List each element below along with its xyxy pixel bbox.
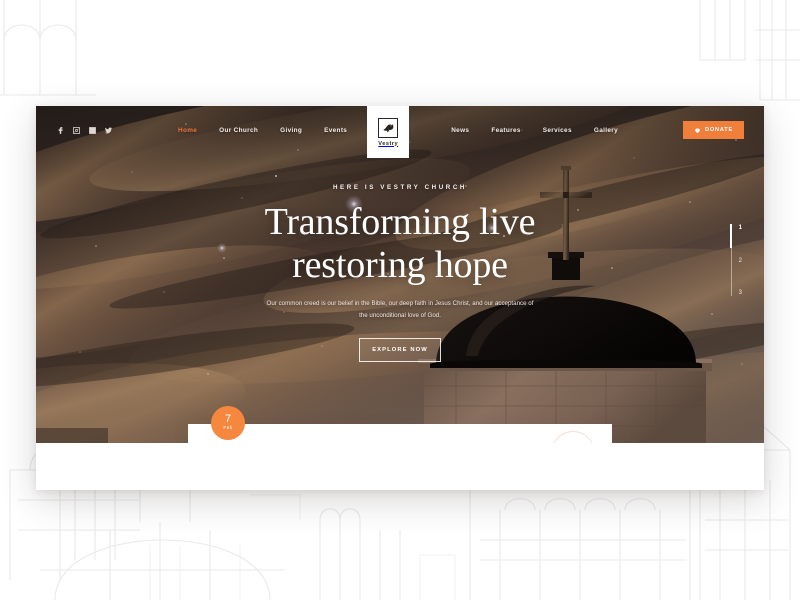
dove-icon (378, 117, 399, 138)
hero-section: Home Our Church Giving Events Vestry New… (36, 106, 764, 443)
nav-links-left: Home Our Church Giving Events (178, 127, 347, 134)
linkedin-icon[interactable] (88, 126, 97, 135)
website-mockup-card: Home Our Church Giving Events Vestry New… (36, 106, 764, 490)
heart-icon (694, 127, 701, 134)
nav-links-right: News Features Services Gallery (451, 127, 618, 134)
upcoming-event-card: 7 Feb Women's Gathering Friday, 8:00 am … (188, 406, 612, 443)
slider-progress-rail (730, 224, 733, 296)
logo-wordmark: Vestry (378, 140, 399, 147)
donate-label: DONATE (704, 127, 733, 133)
site-card-footer-strip (36, 443, 764, 490)
event-date-day: 7 (224, 413, 232, 426)
nav-link-gallery[interactable]: Gallery (594, 127, 618, 134)
slider-dot-2[interactable]: 2 (739, 258, 742, 264)
nav-link-services[interactable]: Services (543, 127, 572, 134)
hero-title-line-1: Transforming live (264, 201, 536, 243)
hero-content: HERE IS VESTRY CHURCH Transforming live … (36, 184, 764, 363)
nav-link-giving[interactable]: Giving (280, 127, 302, 134)
hero-subtitle: Our common creed is our belief in the Bi… (266, 300, 534, 319)
slider-dot-3[interactable]: 3 (739, 290, 742, 296)
hero-slider-pagination: 1 2 3 (730, 224, 742, 296)
nav-link-events[interactable]: Events (324, 127, 347, 134)
donate-button[interactable]: DONATE (682, 121, 744, 139)
register-button[interactable]: REGISTER (551, 431, 595, 443)
instagram-icon[interactable] (72, 126, 81, 135)
hero-title: Transforming live restoring hope (36, 201, 764, 286)
social-links-group (56, 126, 113, 135)
site-logo[interactable]: Vestry (367, 106, 410, 158)
hero-title-line-2: restoring hope (292, 243, 508, 286)
event-date-badge: 7 Feb (211, 406, 245, 440)
event-date-month: Feb (223, 426, 233, 432)
nav-link-home[interactable]: Home (178, 127, 197, 134)
explore-now-button[interactable]: EXPLORE NOW (359, 338, 441, 363)
nav-link-our-church[interactable]: Our Church (219, 127, 258, 134)
twitter-icon[interactable] (104, 126, 113, 135)
top-navigation-bar: Home Our Church Giving Events Vestry New… (36, 106, 764, 158)
slider-number-list: 1 2 3 (739, 224, 742, 296)
nav-link-news[interactable]: News (451, 127, 469, 134)
facebook-icon[interactable] (56, 126, 65, 135)
slider-dot-1[interactable]: 1 (739, 225, 742, 231)
nav-link-features[interactable]: Features (491, 127, 520, 134)
hero-eyebrow: HERE IS VESTRY CHURCH (332, 184, 468, 191)
